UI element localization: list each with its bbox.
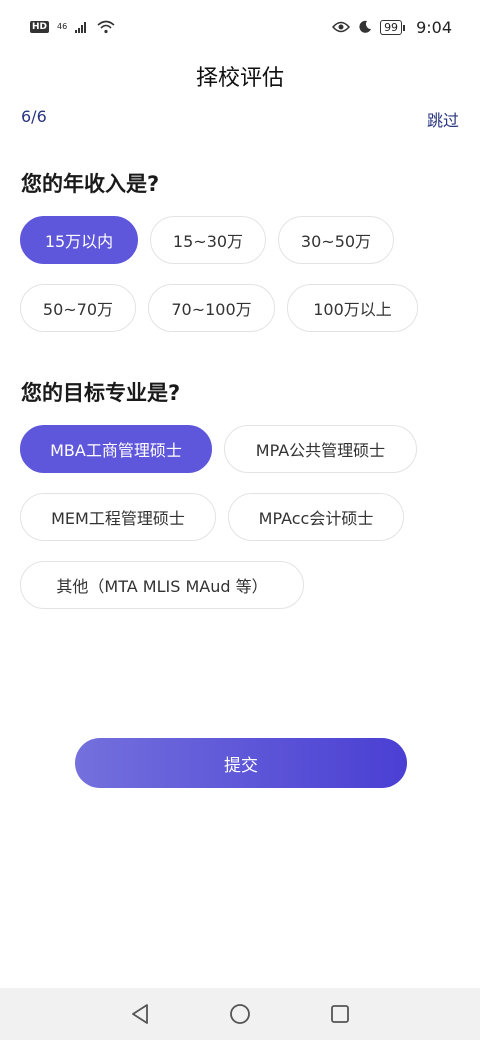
moon-icon [359,20,372,33]
major-options-row-3: 其他（MTA MLIS MAud 等） [20,561,304,609]
clock: 9:04 [416,17,452,37]
major-question: 您的目标专业是? [21,381,181,405]
income-option-under-15w[interactable]: 15万以内 [20,216,138,264]
step-progress: 6/6 [21,107,47,126]
income-question: 您的年收入是? [21,172,160,196]
income-options-row-2: 50~70万 70~100万 100万以上 [20,284,418,332]
major-option-other[interactable]: 其他（MTA MLIS MAud 等） [20,561,304,609]
status-right: 99 9:04 [332,18,452,37]
submit-button[interactable]: 提交 [75,738,407,788]
income-option-30-50w[interactable]: 30~50万 [278,216,394,264]
home-circle-icon [230,1004,250,1024]
battery-icon: 99 [380,19,406,35]
income-option-50-70w[interactable]: 50~70万 [20,284,136,332]
major-option-mpacc[interactable]: MPAcc会计硕士 [228,493,404,541]
hd-icon: HD [30,21,50,33]
wifi-icon [97,20,115,34]
signal-icon [75,22,87,33]
eye-icon [332,21,351,33]
major-option-mem[interactable]: MEM工程管理硕士 [20,493,216,541]
page-title: 择校评估 [195,66,284,91]
major-options-row-1: MBA工商管理硕士 MPA公共管理硕士 [20,425,417,473]
status-left: HD 46 [30,20,115,34]
system-nav-bar [0,988,480,1040]
network-type-label: 46 [57,22,68,31]
home-button[interactable] [226,1000,254,1028]
income-options-row-1: 15万以内 15~30万 30~50万 [20,216,394,264]
major-option-mba[interactable]: MBA工商管理硕士 [20,425,212,473]
status-bar: HD 46 99 9:04 [0,0,480,54]
back-button[interactable] [126,1000,154,1028]
back-triangle-icon [132,1004,148,1024]
recents-square-icon [331,1005,349,1023]
major-option-mpa[interactable]: MPA公共管理硕士 [224,425,417,473]
income-option-over-100w[interactable]: 100万以上 [287,284,418,332]
skip-button[interactable]: 跳过 [427,107,459,131]
major-options-row-2: MEM工程管理硕士 MPAcc会计硕士 [20,493,404,541]
income-option-15-30w[interactable]: 15~30万 [150,216,266,264]
income-option-70-100w[interactable]: 70~100万 [148,284,275,332]
recents-button[interactable] [326,1000,354,1028]
